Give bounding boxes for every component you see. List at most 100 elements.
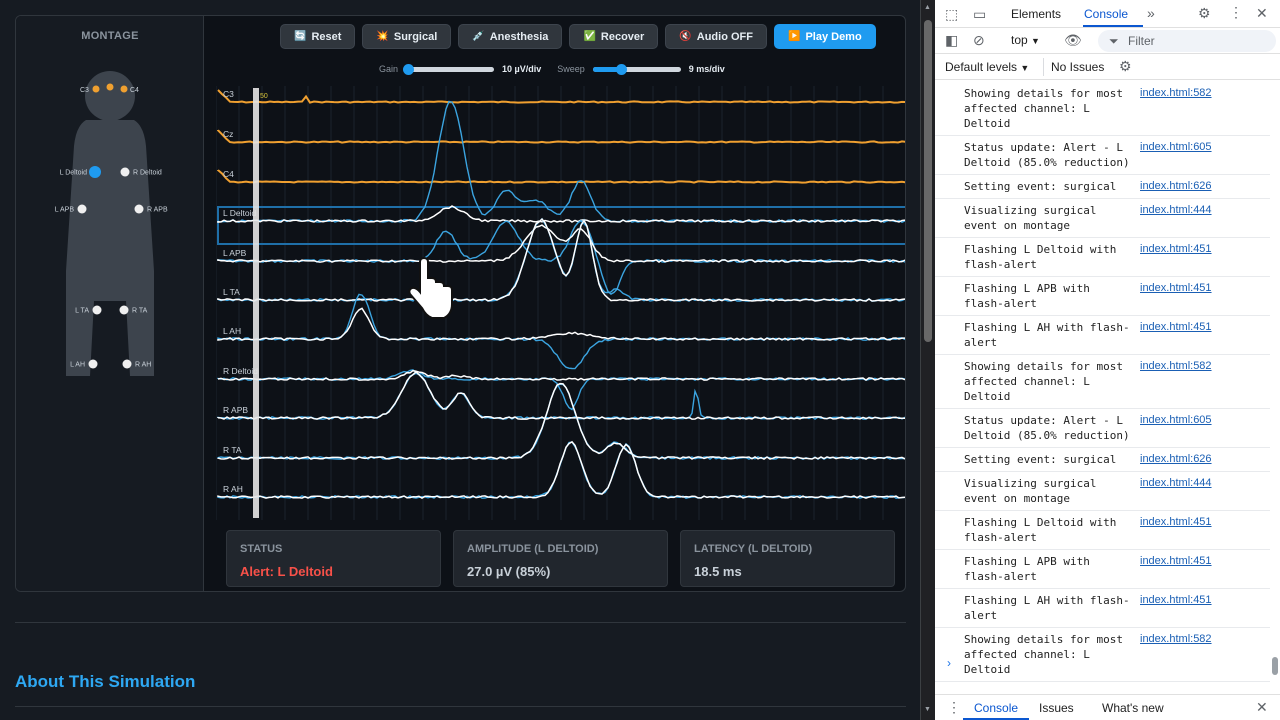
context-selector[interactable]: top ▼ [1011, 33, 1040, 47]
console-scroll-thumb[interactable] [1272, 657, 1278, 675]
console-source-link[interactable]: index.html:444 [1140, 203, 1212, 218]
play-demo-button[interactable]: ▶️ Play Demo [773, 24, 876, 49]
console-source-link[interactable]: index.html:626 [1140, 179, 1212, 194]
electrode-label: L AH [70, 362, 85, 369]
recover-button[interactable]: ✅ Recover [569, 24, 659, 49]
electrode-l-ah[interactable] [88, 359, 98, 369]
channel-label: L AH [223, 326, 241, 336]
stats-row: STATUS Alert: L Deltoid AMPLITUDE (L DEL… [226, 530, 895, 587]
gain-thumb[interactable] [402, 63, 414, 75]
electrode-l-ta[interactable] [92, 305, 102, 315]
electrode-r-ta[interactable] [119, 305, 129, 315]
waveform-display[interactable]: C3 Cz C4 L Deltoid L APB L TA L AH R Deltoid R A… [216, 86, 906, 520]
levels-dropdown[interactable]: Default levels ▼ [945, 60, 1029, 74]
console-source-link[interactable]: index.html:582 [1140, 632, 1212, 647]
console-source-link[interactable]: index.html:605 [1140, 140, 1212, 155]
electrode-c4[interactable] [120, 85, 128, 93]
page-scroll-thumb[interactable] [924, 20, 932, 342]
recover-label: Recover [600, 30, 645, 43]
sweep-slider[interactable] [592, 63, 681, 75]
console-source-link[interactable]: index.html:451 [1140, 281, 1212, 296]
channel-label: Cz [223, 129, 233, 139]
console-source-link[interactable]: index.html:605 [1140, 413, 1212, 428]
close-icon[interactable]: ✕ [1256, 5, 1268, 22]
tab-console[interactable]: Console [1084, 7, 1128, 21]
divider [1043, 58, 1044, 76]
simulator-panel: MONTAGE C3 Cz C4 L Deltoid R Deltoid L APB R A… [15, 15, 906, 592]
drawer-menu-icon[interactable]: ⋮ [947, 699, 961, 716]
montage-title: MONTAGE [81, 30, 139, 42]
electrode-label: R Deltoid [133, 170, 162, 177]
filter-icon: ⏷ [1109, 34, 1119, 48]
audio-toggle-button[interactable]: 🔇 Audio OFF [665, 24, 767, 49]
console-settings-gear-icon[interactable]: ⚙ [1119, 58, 1132, 75]
console-source-link[interactable]: index.html:451 [1140, 554, 1212, 569]
filter-input[interactable]: ⏷ Filter [1098, 30, 1276, 52]
console-source-link[interactable]: index.html:444 [1140, 476, 1212, 491]
sidebar-toggle-icon[interactable]: ◧ [945, 32, 958, 49]
sweep-thumb[interactable] [615, 63, 627, 75]
console-message-text: Status update: Alert - L Deltoid (85.0% … [964, 414, 1130, 442]
issues-counter[interactable]: No Issues [1051, 60, 1104, 74]
explosion-icon: 💥 [376, 31, 389, 42]
electrode-r-apb[interactable] [134, 204, 144, 214]
console-message-text: Flashing L AH with flash-alert [964, 594, 1130, 622]
scroll-up-icon[interactable]: ▲ [924, 4, 931, 11]
console-message: Visualizing surgical event on montage ind… [935, 472, 1270, 511]
console-message-text: Flashing L APB with flash-alert [964, 282, 1097, 310]
console-source-link[interactable]: index.html:582 [1140, 359, 1212, 374]
console-message: Showing details for most affected channe… [935, 628, 1270, 682]
scroll-down-icon[interactable]: ▼ [924, 706, 931, 713]
console-message: Flashing L AH with flash-alert index.html… [935, 589, 1270, 628]
electrode-label: L Deltoid [60, 170, 87, 177]
status-value: Alert: L Deltoid [240, 564, 333, 579]
drawer-tab-console[interactable]: Console [974, 701, 1018, 715]
drawer-tab-issues[interactable]: Issues [1039, 701, 1074, 715]
devtools-drawer: ⋮ Console Issues What's new ✕ [935, 694, 1280, 720]
context-label: top [1011, 33, 1028, 47]
eye-icon[interactable]: 👁 [1064, 32, 1082, 49]
play-icon: ▶️ [787, 31, 801, 42]
console-scrollbar[interactable] [1270, 82, 1280, 692]
electrode-c3[interactable] [92, 85, 100, 93]
console-message: Setting event: surgical index.html:626 [935, 175, 1270, 199]
electrode-cz[interactable] [106, 83, 114, 91]
console-message-text: Setting event: surgical [964, 180, 1117, 193]
more-tabs-icon[interactable]: » [1147, 5, 1155, 21]
kebab-menu-icon[interactable]: ⋮ [1229, 4, 1243, 21]
reset-button[interactable]: 🔄 Reset [280, 24, 356, 49]
gain-slider[interactable] [402, 63, 495, 75]
console-source-link[interactable]: index.html:451 [1140, 593, 1212, 608]
status-label: STATUS [240, 543, 283, 555]
electrode-l-deltoid[interactable] [89, 166, 101, 178]
console-source-link[interactable]: index.html:582 [1140, 86, 1212, 101]
surgical-button[interactable]: 💥 Surgical [362, 24, 452, 49]
anesthesia-button[interactable]: 💉 Anesthesia [458, 24, 563, 49]
console-source-link[interactable]: index.html:451 [1140, 242, 1212, 257]
amplitude-card: AMPLITUDE (L DELTOID) 27.0 µV (85%) [453, 530, 668, 587]
body-montage-figure: C3CzC4L DeltoidR DeltoidL APBR APBL TAR … [55, 71, 168, 376]
console-prompt-chevron-icon[interactable]: › [947, 656, 951, 670]
electrode-r-deltoid[interactable] [120, 167, 130, 177]
page-scrollbar[interactable]: ▲ ▼ [920, 0, 935, 720]
console-source-link[interactable]: index.html:626 [1140, 452, 1212, 467]
drawer-close-icon[interactable]: ✕ [1256, 699, 1268, 716]
app-page: MONTAGE C3 Cz C4 L Deltoid R Deltoid L APB R A… [0, 0, 920, 720]
channel-label: L APB [223, 248, 247, 258]
settings-gear-icon[interactable]: ⚙ [1198, 5, 1211, 22]
console-message: Flashing L Deltoid with flash-alert index… [935, 238, 1270, 277]
drawer-tab-whats-new[interactable]: What's new [1102, 701, 1164, 715]
console-source-link[interactable]: index.html:451 [1140, 320, 1212, 335]
clear-console-icon[interactable]: ⊘ [973, 32, 985, 49]
channel-label: R TA [223, 445, 242, 455]
electrode-l-apb[interactable] [77, 204, 87, 214]
inspect-element-icon[interactable]: ⬚ [945, 6, 958, 23]
active-tab-indicator [1083, 25, 1143, 27]
device-toolbar-icon[interactable]: ▭ [973, 6, 986, 23]
console-message-text: Showing details for most affected channe… [964, 633, 1130, 676]
tab-elements[interactable]: Elements [1011, 7, 1061, 21]
electrode-label: L TA [75, 308, 89, 315]
console-source-link[interactable]: index.html:451 [1140, 515, 1212, 530]
electrode-r-ah[interactable] [122, 359, 132, 369]
surgical-label: Surgical [393, 30, 438, 43]
